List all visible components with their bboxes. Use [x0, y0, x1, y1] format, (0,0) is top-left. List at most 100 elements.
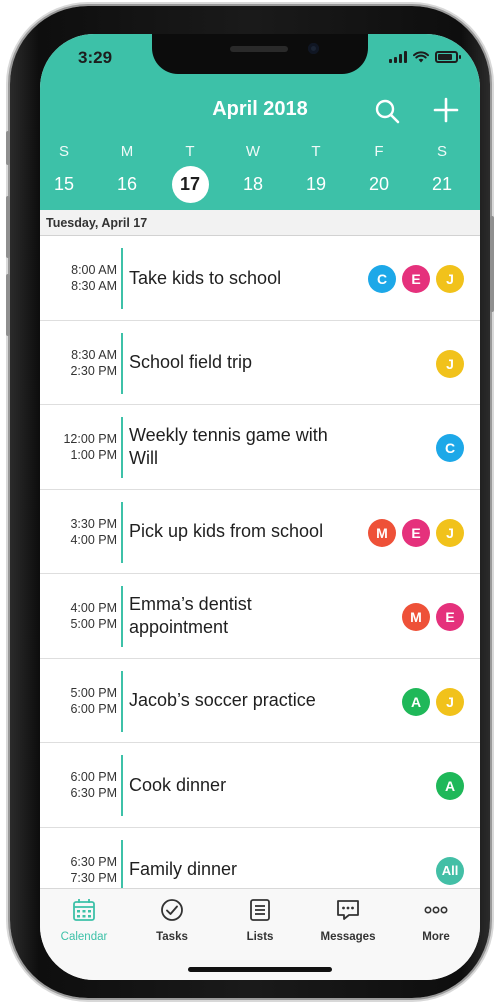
week-strip: S 15 M 16 T 17 W 18 T 19 F 20 S 21 [40, 139, 480, 205]
tab-lists[interactable]: Lists [216, 897, 304, 957]
event-color-bar [121, 501, 123, 563]
event-color-bar [121, 839, 123, 888]
event-row[interactable]: 5:00 PM 6:00 PM Jacob’s soccer practice A J [40, 658, 480, 743]
event-row[interactable]: 3:30 PM 4:00 PM Pick up kids from school M E… [40, 489, 480, 574]
battery-level [438, 54, 453, 60]
avatar-c[interactable]: C [436, 434, 464, 462]
weekday-letter: S [58, 143, 69, 160]
day-number: 16 [116, 174, 138, 194]
volume-down-button [6, 274, 10, 336]
event-times: 12:00 PM 1:00 PM [63, 405, 117, 489]
day-15[interactable]: S 15 [42, 139, 86, 205]
add-event-button[interactable] [432, 96, 460, 124]
avatar-j[interactable]: J [436, 518, 464, 547]
weekday-letter: W [245, 143, 261, 160]
avatar-m[interactable]: M [368, 518, 396, 547]
day-20[interactable]: F 20 [357, 139, 401, 205]
event-start-time: 5:00 PM [70, 685, 117, 700]
tab-more[interactable]: More [392, 897, 480, 957]
event-end-time: 1:00 PM [70, 448, 117, 462]
avatar-e[interactable]: E [402, 518, 430, 547]
event-row[interactable]: 12:00 PM 1:00 PM Weekly tennis game with W… [40, 405, 480, 490]
event-participants: C [436, 434, 464, 462]
power-button [490, 216, 494, 312]
event-start-time: 6:00 PM [70, 770, 117, 784]
day-18[interactable]: W 18 [231, 139, 275, 205]
avatar-all[interactable]: All [436, 856, 464, 885]
day-16[interactable]: M 16 [105, 139, 149, 205]
front-camera [308, 43, 319, 54]
weekday-letter: F [374, 143, 384, 160]
event-end-time: 8:30 AM [71, 279, 117, 293]
avatar-a[interactable]: A [436, 772, 464, 800]
tab-label: Messages [320, 931, 376, 943]
event-list[interactable]: 8:00 AM 8:30 AM Take kids to school C E J 8:30… [40, 236, 480, 888]
tab-messages[interactable]: Messages [304, 897, 392, 957]
event-row[interactable]: 8:30 AM 2:30 PM School field trip J [40, 320, 480, 405]
event-participants: ME [402, 603, 464, 631]
tab-tasks[interactable]: Tasks [128, 897, 216, 957]
date-bar: Tuesday, April 17 [40, 210, 480, 236]
event-times: 3:30 PM 4:00 PM [70, 490, 117, 574]
event-color-bar [121, 670, 123, 732]
avatar-j[interactable]: J [436, 265, 464, 293]
cellular-signal-icon [389, 51, 407, 63]
avatar-j[interactable]: J [436, 349, 464, 378]
weekday-letter: T [185, 143, 195, 160]
event-start-time: 4:00 PM [70, 601, 117, 615]
day-number: 19 [305, 174, 327, 194]
search-icon [375, 99, 400, 124]
event-end-time: 5:00 PM [70, 617, 117, 631]
event-end-time: 2:30 PM [70, 363, 117, 378]
event-title: Jacob’s soccer practice [129, 690, 316, 710]
day-17[interactable]: T 17 [168, 139, 212, 205]
search-button[interactable] [373, 97, 401, 125]
day-number: 17 [171, 166, 209, 203]
tab-label: Calendar [60, 931, 108, 943]
list-icon [250, 899, 270, 921]
event-participants: J [436, 349, 464, 378]
month-title[interactable]: April 2018 [40, 98, 480, 121]
event-color-bar [121, 755, 123, 816]
more-dots-icon [424, 906, 448, 914]
avatar-j[interactable]: J [436, 687, 464, 716]
tab-label: Tasks [156, 931, 188, 943]
selected-date-label: Tuesday, April 17 [46, 216, 148, 230]
event-times: 5:00 PM 6:00 PM [70, 659, 117, 743]
event-end-time: 4:00 PM [70, 532, 117, 547]
event-times: 4:00 PM 5:00 PM [70, 574, 117, 658]
event-start-time: 3:30 PM [70, 516, 117, 531]
event-times: 8:30 AM 2:30 PM [70, 321, 117, 405]
tab-label: Lists [246, 931, 274, 943]
tab-calendar[interactable]: Calendar [40, 897, 128, 957]
volume-up-button [6, 196, 10, 258]
chat-bubble-icon [337, 900, 359, 920]
avatar-e[interactable]: E [402, 265, 430, 293]
home-indicator[interactable] [188, 967, 332, 972]
weekday-letter: T [311, 143, 321, 160]
event-participants: MEJ [368, 518, 464, 547]
day-21[interactable]: S 21 [420, 139, 464, 205]
event-color-bar [121, 586, 123, 647]
event-color-bar [121, 417, 123, 478]
phone-frame: 3:29 April 2018 S 15 M 16 T 17 W 18 T 19… [6, 6, 494, 998]
event-start-time: 12:00 PM [63, 432, 117, 446]
day-number: 21 [431, 174, 453, 194]
event-participants: A [436, 772, 464, 800]
event-row[interactable]: 8:00 AM 8:30 AM Take kids to school C E J [40, 236, 480, 321]
event-participants: All [436, 856, 464, 885]
day-number: 15 [53, 174, 75, 194]
event-end-time: 7:30 PM [70, 870, 117, 885]
event-start-time: 8:00 AM [71, 263, 117, 277]
event-row[interactable]: 4:00 PM 5:00 PM Emma’s dentist appointment… [40, 574, 480, 659]
status-time: 3:29 [78, 48, 113, 67]
event-participants: AJ [402, 687, 464, 716]
event-row[interactable]: 6:00 PM 6:30 PM Cook dinner A [40, 743, 480, 828]
day-19[interactable]: T 19 [294, 139, 338, 205]
battery-icon [435, 51, 461, 63]
avatar-a[interactable]: A [402, 687, 430, 716]
event-row[interactable]: 6:30 PM 7:30 PM Family dinner All [40, 827, 480, 888]
avatar-m[interactable]: M [402, 603, 430, 631]
avatar-c[interactable]: C [368, 265, 396, 293]
avatar-e[interactable]: E [436, 603, 464, 631]
